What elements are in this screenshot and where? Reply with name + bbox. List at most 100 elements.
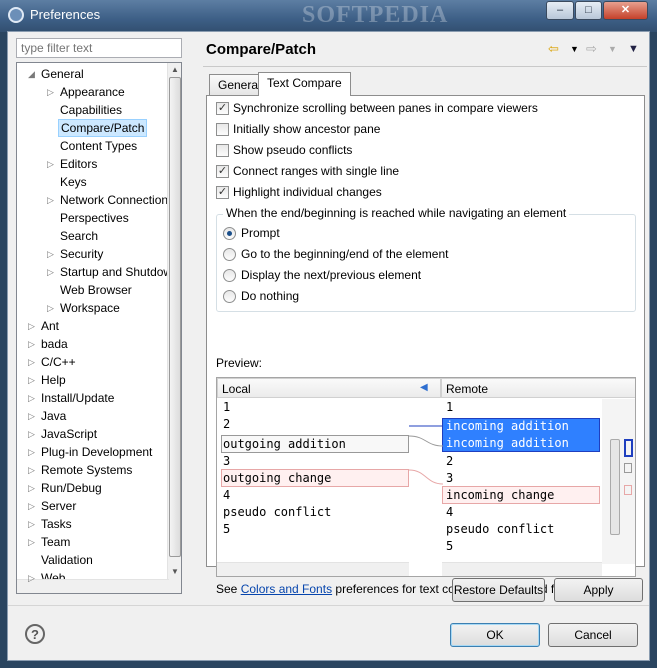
radio-icon[interactable] <box>223 248 236 262</box>
tree-item[interactable]: Help <box>41 371 66 389</box>
minimize-button[interactable]: – <box>546 1 574 20</box>
collapsed-arrow-icon[interactable]: ▷ <box>47 299 57 317</box>
radio-go-to-beginning[interactable]: Go to the beginning/end of the element <box>223 246 449 264</box>
option-ancestor-pane[interactable]: Initially show ancestor pane <box>216 122 380 139</box>
cancel-button[interactable]: Cancel <box>548 623 638 647</box>
incoming-marker[interactable] <box>624 439 633 457</box>
restore-defaults-button[interactable]: Restore Defaults <box>452 578 545 602</box>
remote-pane[interactable]: 1 incoming addition incoming addition 2 3 inc… <box>442 399 602 564</box>
tree-item[interactable]: bada <box>41 335 68 353</box>
collapsed-arrow-icon[interactable]: ▷ <box>28 335 38 353</box>
collapsed-arrow-icon[interactable]: ▷ <box>28 407 38 425</box>
collapsed-arrow-icon[interactable]: ▷ <box>47 83 57 101</box>
collapsed-arrow-icon[interactable]: ▷ <box>47 191 57 209</box>
tree-item[interactable]: C/C++ <box>41 353 76 371</box>
tree-item[interactable]: Ant <box>41 317 59 335</box>
local-horizontal-scrollbar[interactable] <box>217 562 409 576</box>
overview-ruler[interactable] <box>602 399 635 564</box>
tree-item[interactable]: Editors <box>60 155 97 173</box>
local-pane[interactable]: 1 2 outgoing addition 3 outgoing change 4 pseu… <box>217 399 409 564</box>
tree-item[interactable]: JavaScript <box>41 425 97 443</box>
collapsed-arrow-icon[interactable]: ▷ <box>28 353 38 371</box>
scroll-down-icon[interactable]: ▼ <box>168 565 181 579</box>
ok-button[interactable]: OK <box>450 623 540 647</box>
collapsed-arrow-icon[interactable]: ▷ <box>47 245 57 263</box>
checkbox-icon[interactable]: ✓ <box>216 102 229 116</box>
copy-from-right-icon[interactable]: ◀ <box>420 382 428 393</box>
radio-selected-icon[interactable] <box>223 227 236 241</box>
collapsed-arrow-icon[interactable]: ▷ <box>28 371 38 389</box>
option-sync-scrolling[interactable]: ✓ Synchronize scrolling between panes in … <box>216 101 538 118</box>
help-icon[interactable]: ? <box>25 624 45 644</box>
collapsed-arrow-icon[interactable]: ▷ <box>47 263 57 281</box>
collapsed-arrow-icon[interactable]: ▷ <box>28 389 38 407</box>
view-menu-icon[interactable]: ▼ <box>628 40 639 58</box>
radio-display-next[interactable]: Display the next/previous element <box>223 267 421 285</box>
option-pseudo-conflicts[interactable]: Show pseudo conflicts <box>216 143 352 160</box>
apply-button[interactable]: Apply <box>554 578 643 602</box>
tree-item[interactable]: Team <box>41 533 70 551</box>
collapsed-arrow-icon[interactable]: ▷ <box>28 569 38 587</box>
radio-icon[interactable] <box>223 290 236 304</box>
tree-item[interactable]: Network Connection <box>60 191 168 209</box>
option-highlight-changes[interactable]: ✓ Highlight individual changes <box>216 185 382 202</box>
radio-icon[interactable] <box>223 269 236 283</box>
tab-text-compare[interactable]: Text Compare <box>258 72 351 96</box>
collapsed-arrow-icon[interactable]: ▷ <box>28 479 38 497</box>
tree-item[interactable]: Remote Systems <box>41 461 132 479</box>
maximize-button[interactable]: □ <box>575 1 602 20</box>
collapsed-arrow-icon[interactable]: ▷ <box>28 443 38 461</box>
filter-input[interactable] <box>16 38 182 58</box>
tree-item[interactable]: Install/Update <box>41 389 114 407</box>
forward-menu-chevron-icon[interactable]: ▼ <box>608 40 617 58</box>
collapsed-arrow-icon[interactable]: ▷ <box>28 587 38 593</box>
tree-item[interactable]: Tasks <box>41 515 72 533</box>
radio-prompt[interactable]: Prompt <box>223 225 280 243</box>
tree-item[interactable]: Workspace <box>60 299 120 317</box>
collapsed-arrow-icon[interactable]: ▷ <box>28 425 38 443</box>
collapsed-arrow-icon[interactable]: ▷ <box>28 515 38 533</box>
collapsed-arrow-icon[interactable]: ▷ <box>28 533 38 551</box>
back-menu-chevron-icon[interactable]: ▼ <box>570 40 579 58</box>
tree-item[interactable]: Search <box>60 227 98 245</box>
tree-item[interactable]: Keys <box>60 173 87 191</box>
tree-item[interactable]: Capabilities <box>60 101 122 119</box>
remote-horizontal-scrollbar[interactable] <box>442 562 602 576</box>
tree-item[interactable]: Web Browser <box>60 281 132 299</box>
collapsed-arrow-icon[interactable]: ▷ <box>28 317 38 335</box>
title-bar[interactable]: Preferences SOFTPEDIA – □ ✕ <box>0 0 657 32</box>
outgoing-marker[interactable] <box>624 463 632 473</box>
tree-item[interactable]: Server <box>41 497 76 515</box>
option-connect-ranges[interactable]: ✓ Connect ranges with single line <box>216 164 399 181</box>
tree-item[interactable]: Java <box>41 407 66 425</box>
forward-arrow-icon[interactable]: ⇨ <box>586 40 597 58</box>
tree-item[interactable]: General <box>41 65 84 83</box>
tree-item[interactable]: Startup and Shutdown <box>60 263 179 281</box>
tree-horizontal-scrollbar[interactable] <box>17 579 169 593</box>
change-marker[interactable] <box>624 485 632 495</box>
collapsed-arrow-icon[interactable]: ▷ <box>28 497 38 515</box>
tree-item[interactable]: Security <box>60 245 103 263</box>
checkbox-icon[interactable]: ✓ <box>216 186 229 200</box>
colors-and-fonts-link[interactable]: Colors and Fonts <box>241 582 332 596</box>
checkbox-icon[interactable] <box>216 123 229 137</box>
radio-do-nothing[interactable]: Do nothing <box>223 288 299 306</box>
checkbox-icon[interactable] <box>216 144 229 158</box>
tree-item[interactable]: Run/Debug <box>41 479 102 497</box>
tree-vertical-scrollbar[interactable]: ▲ ▼ <box>167 63 181 593</box>
tree-item[interactable]: Compare/Patch <box>58 119 148 137</box>
collapsed-arrow-icon[interactable]: ▷ <box>47 155 57 173</box>
back-arrow-icon[interactable]: ⇦ <box>548 40 559 58</box>
scroll-up-icon[interactable]: ▲ <box>168 63 181 77</box>
tree-item[interactable]: Content Types <box>60 137 137 155</box>
expanded-arrow-icon[interactable]: ◢ <box>28 65 38 83</box>
close-button[interactable]: ✕ <box>603 1 648 20</box>
tree-item[interactable]: Plug-in Development <box>41 443 152 461</box>
tree-item[interactable]: Perspectives <box>60 209 129 227</box>
tree-item[interactable]: Appearance <box>60 83 125 101</box>
checkbox-icon[interactable]: ✓ <box>216 165 229 179</box>
tree-scroll-thumb[interactable] <box>169 77 181 557</box>
collapsed-arrow-icon[interactable]: ▷ <box>28 461 38 479</box>
tree-item[interactable]: Validation <box>41 551 93 569</box>
ruler-scroll-thumb[interactable] <box>610 439 620 535</box>
